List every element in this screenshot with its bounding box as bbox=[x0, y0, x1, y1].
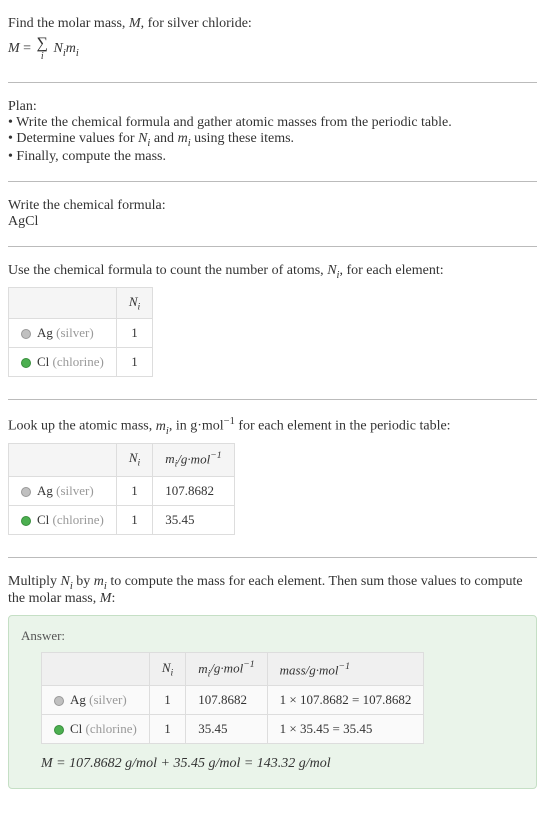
table-row: Cl (chlorine) 1 bbox=[9, 348, 153, 377]
molar-mass-formula: M = ∑ i Nimi bbox=[8, 36, 537, 62]
table-row: Cl (chlorine) 1 35.45 1 × 35.45 = 35.45 bbox=[42, 715, 424, 744]
step1-header: Write the chemical formula: bbox=[8, 198, 537, 214]
ni-cell: 1 bbox=[149, 715, 185, 744]
silver-dot-icon bbox=[21, 329, 31, 339]
element-cell: Ag (silver) bbox=[9, 476, 117, 505]
ni-cell: 1 bbox=[116, 319, 152, 348]
answer-box: Answer: Ni mi/g·mol−1 mass/g·mol−1 Ag (s… bbox=[8, 615, 537, 789]
mi-cell: 35.45 bbox=[186, 715, 267, 744]
divider bbox=[8, 246, 537, 247]
chemical-formula: AgCl bbox=[8, 214, 537, 230]
step4-header: Multiply Ni by mi to compute the mass fo… bbox=[8, 574, 537, 608]
chlorine-dot-icon bbox=[21, 358, 31, 368]
intro-section: Find the molar mass, M, for silver chlor… bbox=[8, 8, 537, 74]
answer-label: Answer: bbox=[21, 628, 524, 644]
mass-cell: 1 × 107.8682 = 107.8682 bbox=[267, 686, 424, 715]
step3-header: Look up the atomic mass, mi, in g·mol−1 … bbox=[8, 416, 537, 436]
empty-header bbox=[9, 443, 117, 476]
answer-table: Ni mi/g·mol−1 mass/g·mol−1 Ag (silver) 1… bbox=[41, 652, 424, 744]
table-row: Ag (silver) 1 107.8682 bbox=[9, 476, 235, 505]
mi-header: mi/g·mol−1 bbox=[153, 443, 234, 476]
step3-section: Look up the atomic mass, mi, in g·mol−1 … bbox=[8, 408, 537, 548]
mi-cell: 35.45 bbox=[153, 505, 234, 534]
sum-icon: ∑ i bbox=[37, 36, 48, 62]
table-row: Ag (silver) 1 bbox=[9, 319, 153, 348]
plan-bullet-2: • Determine values for Ni and mi using t… bbox=[8, 131, 537, 149]
final-result: M = 107.8682 g/mol + 35.45 g/mol = 143.3… bbox=[41, 756, 524, 772]
step2-header: Use the chemical formula to count the nu… bbox=[8, 263, 537, 281]
atomic-mass-table: Ni mi/g·mol−1 Ag (silver) 1 107.8682 Cl … bbox=[8, 443, 235, 535]
empty-header bbox=[9, 287, 117, 319]
plan-bullet-1: • Write the chemical formula and gather … bbox=[8, 115, 537, 131]
step2-section: Use the chemical formula to count the nu… bbox=[8, 255, 537, 391]
mi-cell: 107.8682 bbox=[153, 476, 234, 505]
table-header-row: Ni mi/g·mol−1 bbox=[9, 443, 235, 476]
element-cell: Ag (silver) bbox=[42, 686, 150, 715]
step4-section: Multiply Ni by mi to compute the mass fo… bbox=[8, 566, 537, 798]
ni-cell: 1 bbox=[116, 348, 152, 377]
divider bbox=[8, 181, 537, 182]
mass-header: mass/g·mol−1 bbox=[267, 653, 424, 686]
silver-dot-icon bbox=[21, 487, 31, 497]
plan-header: Plan: bbox=[8, 99, 537, 115]
ni-cell: 1 bbox=[116, 505, 152, 534]
chlorine-dot-icon bbox=[54, 725, 64, 735]
table-header-row: Ni bbox=[9, 287, 153, 319]
element-cell: Ag (silver) bbox=[9, 319, 117, 348]
table-row: Cl (chlorine) 1 35.45 bbox=[9, 505, 235, 534]
divider bbox=[8, 399, 537, 400]
step1-section: Write the chemical formula: AgCl bbox=[8, 190, 537, 238]
plan-section: Plan: • Write the chemical formula and g… bbox=[8, 91, 537, 173]
empty-header bbox=[42, 653, 150, 686]
mass-cell: 1 × 35.45 = 35.45 bbox=[267, 715, 424, 744]
ni-header: Ni bbox=[116, 287, 152, 319]
chlorine-dot-icon bbox=[21, 516, 31, 526]
atom-count-table: Ni Ag (silver) 1 Cl (chlorine) 1 bbox=[8, 287, 153, 378]
ni-header: Ni bbox=[116, 443, 152, 476]
mi-cell: 107.8682 bbox=[186, 686, 267, 715]
divider bbox=[8, 82, 537, 83]
element-cell: Cl (chlorine) bbox=[42, 715, 150, 744]
silver-dot-icon bbox=[54, 696, 64, 706]
element-cell: Cl (chlorine) bbox=[9, 505, 117, 534]
intro-line: Find the molar mass, M, for silver chlor… bbox=[8, 16, 537, 32]
table-row: Ag (silver) 1 107.8682 1 × 107.8682 = 10… bbox=[42, 686, 424, 715]
table-header-row: Ni mi/g·mol−1 mass/g·mol−1 bbox=[42, 653, 424, 686]
plan-bullet-3: • Finally, compute the mass. bbox=[8, 149, 537, 165]
ni-cell: 1 bbox=[116, 476, 152, 505]
ni-header: Ni bbox=[149, 653, 185, 686]
ni-cell: 1 bbox=[149, 686, 185, 715]
element-cell: Cl (chlorine) bbox=[9, 348, 117, 377]
divider bbox=[8, 557, 537, 558]
mi-header: mi/g·mol−1 bbox=[186, 653, 267, 686]
